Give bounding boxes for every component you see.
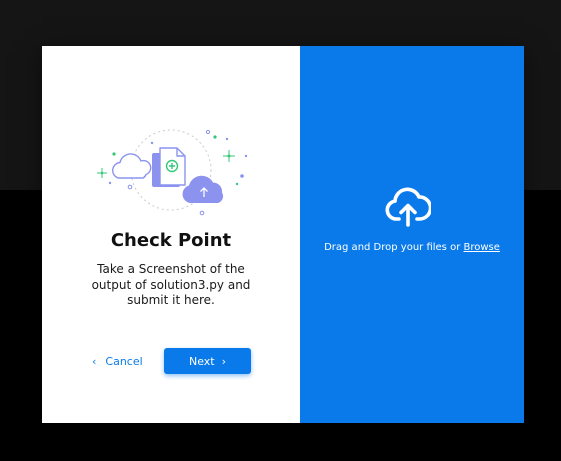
- description-line: Take a Screenshot of the: [97, 262, 245, 276]
- next-button[interactable]: Next ›: [164, 348, 251, 374]
- cancel-button[interactable]: ‹ Cancel: [92, 349, 143, 373]
- chevron-left-icon: ‹: [92, 354, 97, 368]
- file-dropzone[interactable]: Drag and Drop your files or Browse: [300, 46, 524, 423]
- dropzone-instructions: Drag and Drop your files or Browse: [300, 242, 524, 253]
- browse-link[interactable]: Browse: [463, 242, 499, 253]
- dropzone-text: Drag and Drop your files or: [324, 242, 464, 253]
- checkpoint-modal: Check Point Take a Screenshot of the out…: [42, 46, 524, 423]
- chevron-right-icon: ›: [221, 354, 227, 368]
- cancel-label: Cancel: [105, 354, 143, 368]
- description-line: submit it here.: [127, 293, 215, 307]
- file-cloud-upload-illustration: [97, 129, 248, 216]
- cloud-upload-icon: [385, 187, 431, 227]
- description-line: output of solution3.py and: [91, 277, 251, 292]
- checkpoint-info-pane: Check Point Take a Screenshot of the out…: [42, 46, 300, 423]
- checkpoint-description: Take a Screenshot of the output of solut…: [76, 262, 266, 309]
- next-label: Next: [188, 354, 215, 368]
- checkpoint-title: Check Point: [110, 230, 232, 251]
